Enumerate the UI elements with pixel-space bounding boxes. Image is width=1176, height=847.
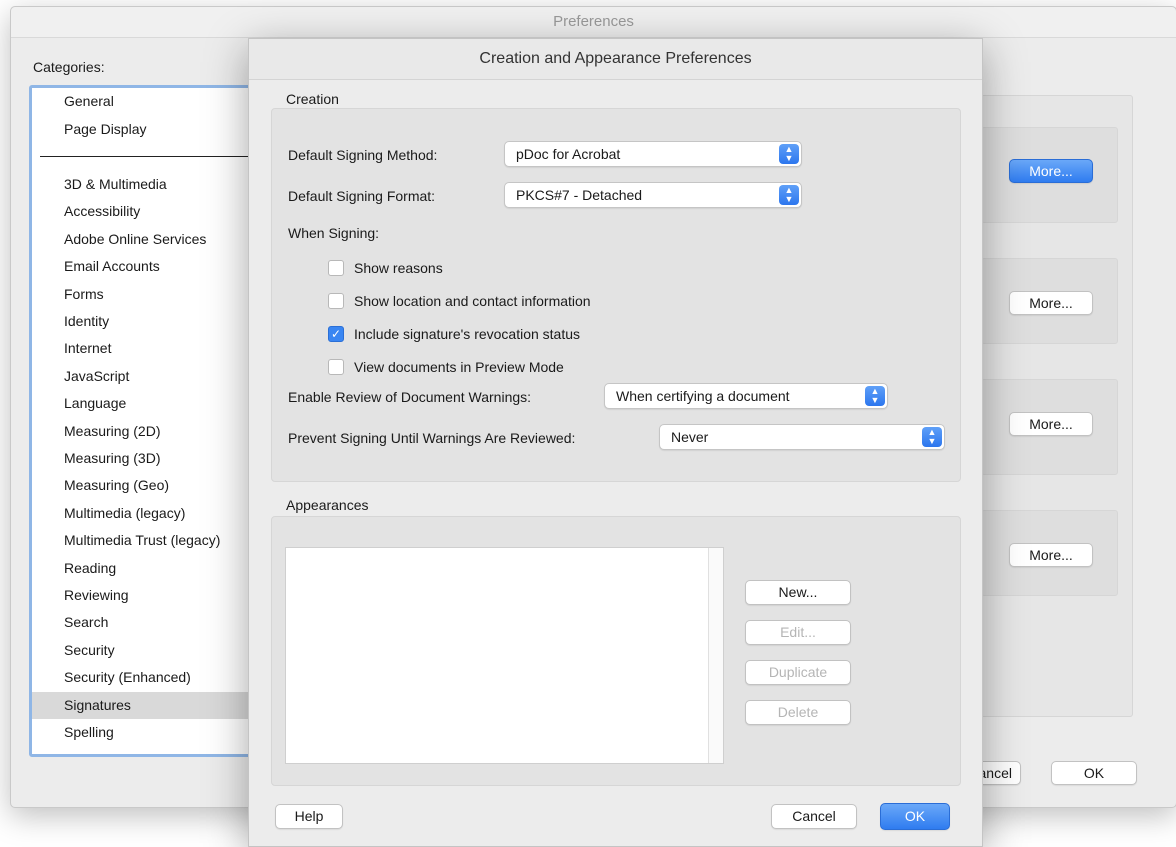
category-reviewing[interactable]: Reviewing: [32, 582, 282, 609]
category-spelling[interactable]: Spelling: [32, 719, 282, 746]
more-button-4[interactable]: More...: [1009, 543, 1093, 567]
category-search[interactable]: Search: [32, 609, 282, 636]
dialog-ok-button[interactable]: OK: [880, 803, 950, 830]
signing-method-select[interactable]: pDoc for Acrobat ▲ ▼: [504, 141, 802, 167]
delete-appearance-button[interactable]: Delete: [745, 700, 851, 725]
chevron-updown-icon: ▲ ▼: [779, 144, 799, 164]
category-email-accounts[interactable]: Email Accounts: [32, 253, 282, 280]
appearances-section-label: Appearances: [286, 497, 369, 513]
checkbox-label: Show location and contact information: [354, 293, 591, 309]
duplicate-appearance-button[interactable]: Duplicate: [745, 660, 851, 685]
dialog-title: Creation and Appearance Preferences: [249, 39, 982, 80]
preferences-title: Preferences: [11, 7, 1176, 38]
help-button[interactable]: Help: [275, 804, 343, 829]
category-security[interactable]: Security: [32, 637, 282, 664]
categories-list[interactable]: General Page Display 3D & Multimedia Acce…: [29, 85, 285, 757]
appearances-group: New... Edit... Duplicate Delete: [271, 516, 961, 786]
category-separator: [40, 156, 275, 157]
review-warnings-label: Enable Review of Document Warnings:: [288, 389, 532, 405]
category-page-display[interactable]: Page Display: [32, 116, 282, 143]
category-signatures[interactable]: Signatures: [32, 691, 282, 719]
categories-label: Categories:: [33, 59, 105, 75]
category-forms[interactable]: Forms: [32, 281, 282, 308]
category-security-enhanced[interactable]: Security (Enhanced): [32, 664, 282, 691]
signing-format-value: PKCS#7 - Detached: [516, 187, 643, 203]
checkbox-label: View documents in Preview Mode: [354, 359, 564, 375]
preferences-ok-button[interactable]: OK: [1051, 761, 1137, 785]
creation-group: Default Signing Method: pDoc for Acrobat…: [271, 108, 961, 482]
creation-section-label: Creation: [286, 91, 339, 107]
review-warnings-select[interactable]: When certifying a document ▲ ▼: [604, 383, 888, 409]
signing-format-label: Default Signing Format:: [288, 188, 436, 204]
appearances-scrollbar[interactable]: [708, 548, 723, 763]
signing-method-value: pDoc for Acrobat: [516, 146, 621, 162]
dialog-cancel-button[interactable]: Cancel: [771, 804, 857, 829]
category-language[interactable]: Language: [32, 390, 282, 417]
category-accessibility[interactable]: Accessibility: [32, 198, 282, 225]
category-multimedia-legacy[interactable]: Multimedia (legacy): [32, 500, 282, 527]
signing-method-label: Default Signing Method:: [288, 147, 438, 163]
checkbox-box[interactable]: [328, 260, 344, 276]
edit-appearance-button[interactable]: Edit...: [745, 620, 851, 645]
when-signing-label: When Signing:: [288, 225, 380, 241]
review-warnings-value: When certifying a document: [616, 388, 790, 404]
checkbox-box[interactable]: [328, 293, 344, 309]
category-measuring-geo[interactable]: Measuring (Geo): [32, 472, 282, 499]
category-javascript[interactable]: JavaScript: [32, 363, 282, 390]
new-appearance-button[interactable]: New...: [745, 580, 851, 605]
chevron-updown-icon: ▲ ▼: [865, 386, 885, 406]
category-identity[interactable]: Identity: [32, 308, 282, 335]
chevron-updown-icon: ▲ ▼: [779, 185, 799, 205]
category-internet[interactable]: Internet: [32, 335, 282, 362]
category-general[interactable]: General: [32, 88, 282, 115]
checkbox-box[interactable]: [328, 359, 344, 375]
more-button-3[interactable]: More...: [1009, 412, 1093, 436]
category-adobe-online-services[interactable]: Adobe Online Services: [32, 226, 282, 253]
category-reading[interactable]: Reading: [32, 555, 282, 582]
checkbox-label: Include signature's revocation status: [354, 326, 581, 342]
prevent-signing-select[interactable]: Never ▲ ▼: [659, 424, 945, 450]
when-signing-options: Show reasons Show location and contact i…: [328, 259, 828, 399]
prevent-signing-value: Never: [671, 429, 709, 445]
checkmark-icon[interactable]: ✓: [328, 326, 344, 342]
category-multimedia-trust-legacy[interactable]: Multimedia Trust (legacy): [32, 527, 282, 554]
chevron-updown-icon: ▲ ▼: [922, 427, 942, 447]
creation-appearance-dialog: Creation and Appearance Preferences Crea…: [248, 38, 983, 847]
signing-format-select[interactable]: PKCS#7 - Detached ▲ ▼: [504, 182, 802, 208]
category-tracker[interactable]: Tracker: [32, 746, 282, 754]
more-button-1[interactable]: More...: [1009, 159, 1093, 183]
checkbox-label: Show reasons: [354, 260, 443, 276]
category-measuring-3d[interactable]: Measuring (3D): [32, 445, 282, 472]
appearances-list[interactable]: [285, 547, 724, 764]
prevent-signing-label: Prevent Signing Until Warnings Are Revie…: [288, 430, 576, 446]
category-measuring-2d[interactable]: Measuring (2D): [32, 418, 282, 445]
category-3d-multimedia[interactable]: 3D & Multimedia: [32, 171, 282, 198]
more-button-2[interactable]: More...: [1009, 291, 1093, 315]
